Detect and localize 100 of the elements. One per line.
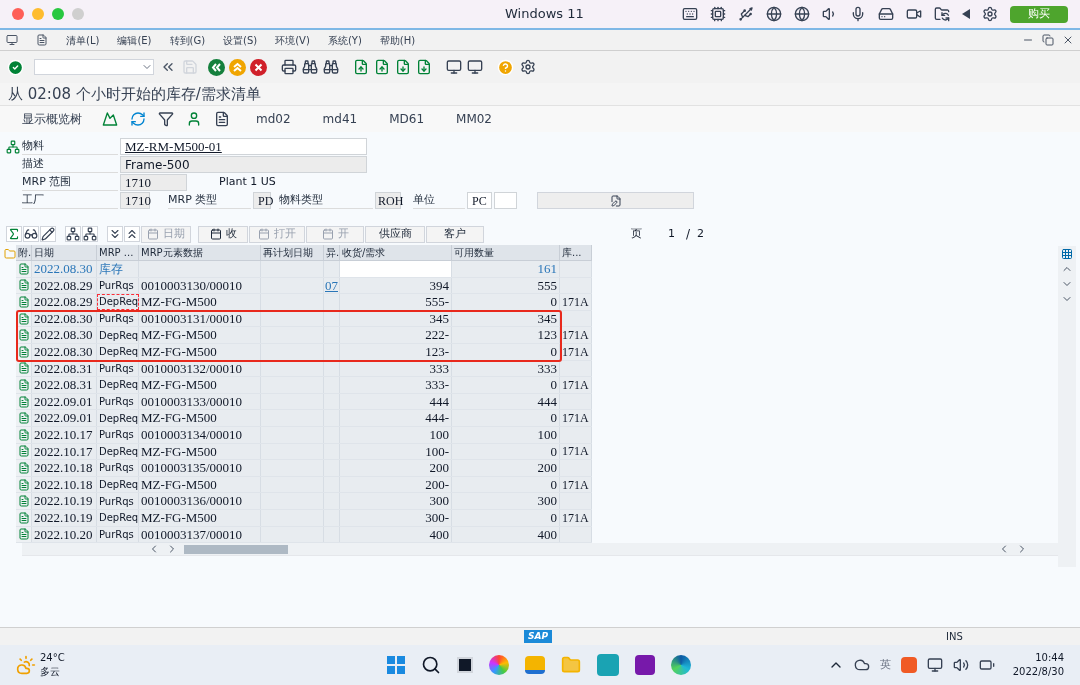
document-icon[interactable] [17, 279, 30, 292]
globe-icon[interactable] [766, 6, 782, 22]
document-icon[interactable] [17, 362, 30, 375]
print-icon[interactable] [281, 59, 297, 75]
overview-tree-button[interactable]: 显示概览树 [22, 110, 82, 128]
close-icon[interactable] [1062, 34, 1074, 46]
menu-item[interactable]: 环境(V) [275, 32, 310, 48]
unit-field[interactable]: PC [467, 192, 492, 209]
vertical-scrollbar[interactable] [1058, 246, 1076, 567]
menu-item[interactable]: 清单(L) [66, 32, 100, 48]
column-header[interactable]: 附. [16, 245, 32, 260]
microphone-icon[interactable] [850, 6, 866, 22]
details-icon[interactable] [23, 226, 39, 242]
battery-icon[interactable] [978, 657, 995, 673]
last-page-icon[interactable] [416, 59, 432, 75]
document-icon[interactable] [17, 461, 30, 474]
document-icon[interactable] [17, 495, 30, 508]
task-view-icon[interactable] [457, 657, 473, 673]
document-icon[interactable] [17, 262, 30, 275]
menu-item[interactable]: 编辑(E) [117, 32, 152, 48]
menu-item[interactable]: 帮助(H) [379, 32, 416, 48]
document-icon[interactable] [17, 412, 30, 425]
horizontal-scrollbar[interactable] [22, 543, 1058, 557]
table-row[interactable]: 2022.10.19 PurRqs 0010003136/00010 300 300 [16, 493, 592, 510]
start-icon[interactable] [387, 656, 405, 674]
find-next-icon[interactable] [323, 59, 339, 75]
document-icon[interactable] [17, 445, 30, 458]
document-icon[interactable] [17, 378, 30, 391]
cloud-icon[interactable] [853, 657, 870, 673]
keyboard-icon[interactable] [682, 6, 698, 22]
unit-extra-field[interactable] [494, 192, 517, 209]
edit-button[interactable] [537, 192, 694, 209]
confirm-icon[interactable] [7, 58, 24, 76]
column-header[interactable]: MRP元素数据 [139, 245, 261, 260]
toolbar-button[interactable]: 供应商 [365, 225, 425, 243]
column-header[interactable]: 异. [324, 245, 340, 260]
settings-icon[interactable] [982, 6, 998, 22]
document-icon[interactable] [17, 329, 30, 342]
refresh-icon[interactable] [130, 111, 146, 127]
hierarchy-icon[interactable] [65, 226, 81, 242]
mountain-icon[interactable] [102, 111, 118, 127]
camera-icon[interactable] [906, 6, 922, 22]
toolbar-button[interactable]: 收 [198, 225, 248, 243]
processor-icon[interactable] [710, 6, 726, 22]
column-header[interactable]: 再计划日期 [261, 245, 324, 260]
document-icon[interactable] [17, 511, 30, 524]
material-field[interactable]: MZ-RM-M500-01 [120, 138, 367, 155]
document-icon[interactable] [17, 478, 30, 491]
find-icon[interactable] [302, 59, 318, 75]
column-header[interactable]: MRP ... [97, 245, 139, 260]
filter-icon[interactable] [158, 111, 174, 127]
drive-icon[interactable] [878, 6, 894, 22]
user-icon[interactable] [186, 111, 202, 127]
document-icon[interactable] [17, 428, 30, 441]
scrollbar-thumb[interactable] [184, 544, 288, 554]
toolbar-button[interactable]: 客户 [426, 225, 484, 243]
table-row[interactable]: 2022.09.01 DepReq MZ-FG-M500 444- 0 171A [16, 410, 592, 427]
settings-icon[interactable] [520, 59, 536, 75]
command-field[interactable] [34, 59, 154, 75]
first-page-icon[interactable] [353, 59, 369, 75]
column-header[interactable]: 可用数量 [452, 245, 560, 260]
collapse-icon[interactable] [124, 226, 140, 242]
input-method[interactable]: 英 [879, 656, 891, 674]
transaction-button[interactable]: MD61 [389, 110, 425, 128]
browser-icon[interactable] [671, 655, 691, 675]
triangle-icon[interactable] [962, 9, 970, 19]
expand-icon[interactable] [107, 226, 123, 242]
previous-page-icon[interactable] [374, 59, 390, 75]
sum-icon[interactable] [6, 226, 22, 242]
search-icon[interactable] [421, 655, 441, 675]
table-row[interactable]: 2022.08.31 DepReq MZ-FG-M500 333- 0 171A [16, 377, 592, 394]
table-row[interactable]: 2022.10.18 PurRqs 0010003135/00010 200 200 [16, 460, 592, 477]
shared-folder-icon[interactable] [934, 6, 950, 22]
document-icon[interactable] [17, 312, 30, 325]
mrp-area-field[interactable]: 1710 [120, 174, 187, 191]
next-page-icon[interactable] [395, 59, 411, 75]
transaction-button[interactable]: md02 [256, 110, 291, 128]
document-icon[interactable] [17, 345, 30, 358]
restore-icon[interactable] [1042, 34, 1054, 46]
document-icon[interactable] [17, 296, 30, 308]
back-icon[interactable] [208, 58, 225, 76]
usb-icon[interactable] [738, 6, 754, 22]
table-row[interactable]: 2022.08.29 DepReq MZ-FG-M500 555- 0 171A [16, 294, 592, 311]
document-icon[interactable] [17, 395, 30, 408]
hierarchy-down-icon[interactable] [82, 226, 98, 242]
menu-item[interactable]: 设置(S) [223, 32, 258, 48]
volume-icon[interactable] [952, 657, 969, 673]
transaction-button[interactable]: md41 [322, 110, 358, 128]
mrp-type-field[interactable]: PD [253, 192, 271, 209]
plant-field[interactable]: 1710 [120, 192, 150, 209]
table-row[interactable]: 2022.08.30 库存 161 [16, 261, 592, 278]
transaction-button[interactable]: MM02 [456, 110, 492, 128]
document-icon[interactable] [17, 528, 30, 541]
document-icon[interactable] [214, 111, 230, 127]
menu-item[interactable]: 转到(G) [169, 32, 206, 48]
edit-icon[interactable] [40, 226, 56, 242]
menu-item[interactable]: 系统(Y) [327, 32, 362, 48]
grid-icon[interactable] [1061, 248, 1073, 260]
description-field[interactable]: Frame-500 [120, 156, 367, 173]
column-header[interactable]: 收货/需求 [340, 245, 452, 260]
